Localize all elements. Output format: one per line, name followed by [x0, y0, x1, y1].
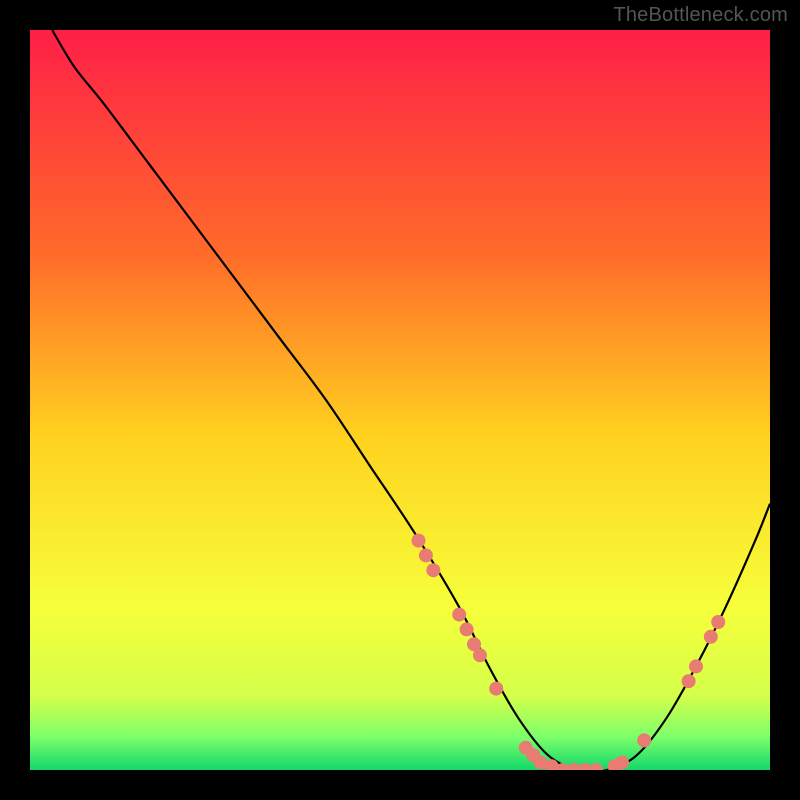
- chart-stage: TheBottleneck.com: [0, 0, 800, 800]
- data-point-marker: [412, 534, 426, 548]
- data-point-marker: [460, 622, 474, 636]
- data-point-marker: [615, 756, 629, 770]
- data-point-marker: [489, 682, 503, 696]
- bottleneck-chart: [0, 0, 800, 800]
- data-point-marker: [589, 763, 603, 777]
- data-point-marker: [682, 674, 696, 688]
- data-point-marker: [419, 548, 433, 562]
- data-point-marker: [452, 608, 466, 622]
- data-point-marker: [711, 615, 725, 629]
- data-point-marker: [689, 659, 703, 673]
- data-point-marker: [473, 648, 487, 662]
- gradient-background: [30, 30, 770, 770]
- data-point-marker: [426, 563, 440, 577]
- watermark-text: TheBottleneck.com: [613, 4, 788, 27]
- data-point-marker: [704, 630, 718, 644]
- data-point-marker: [545, 759, 559, 773]
- data-point-marker: [637, 733, 651, 747]
